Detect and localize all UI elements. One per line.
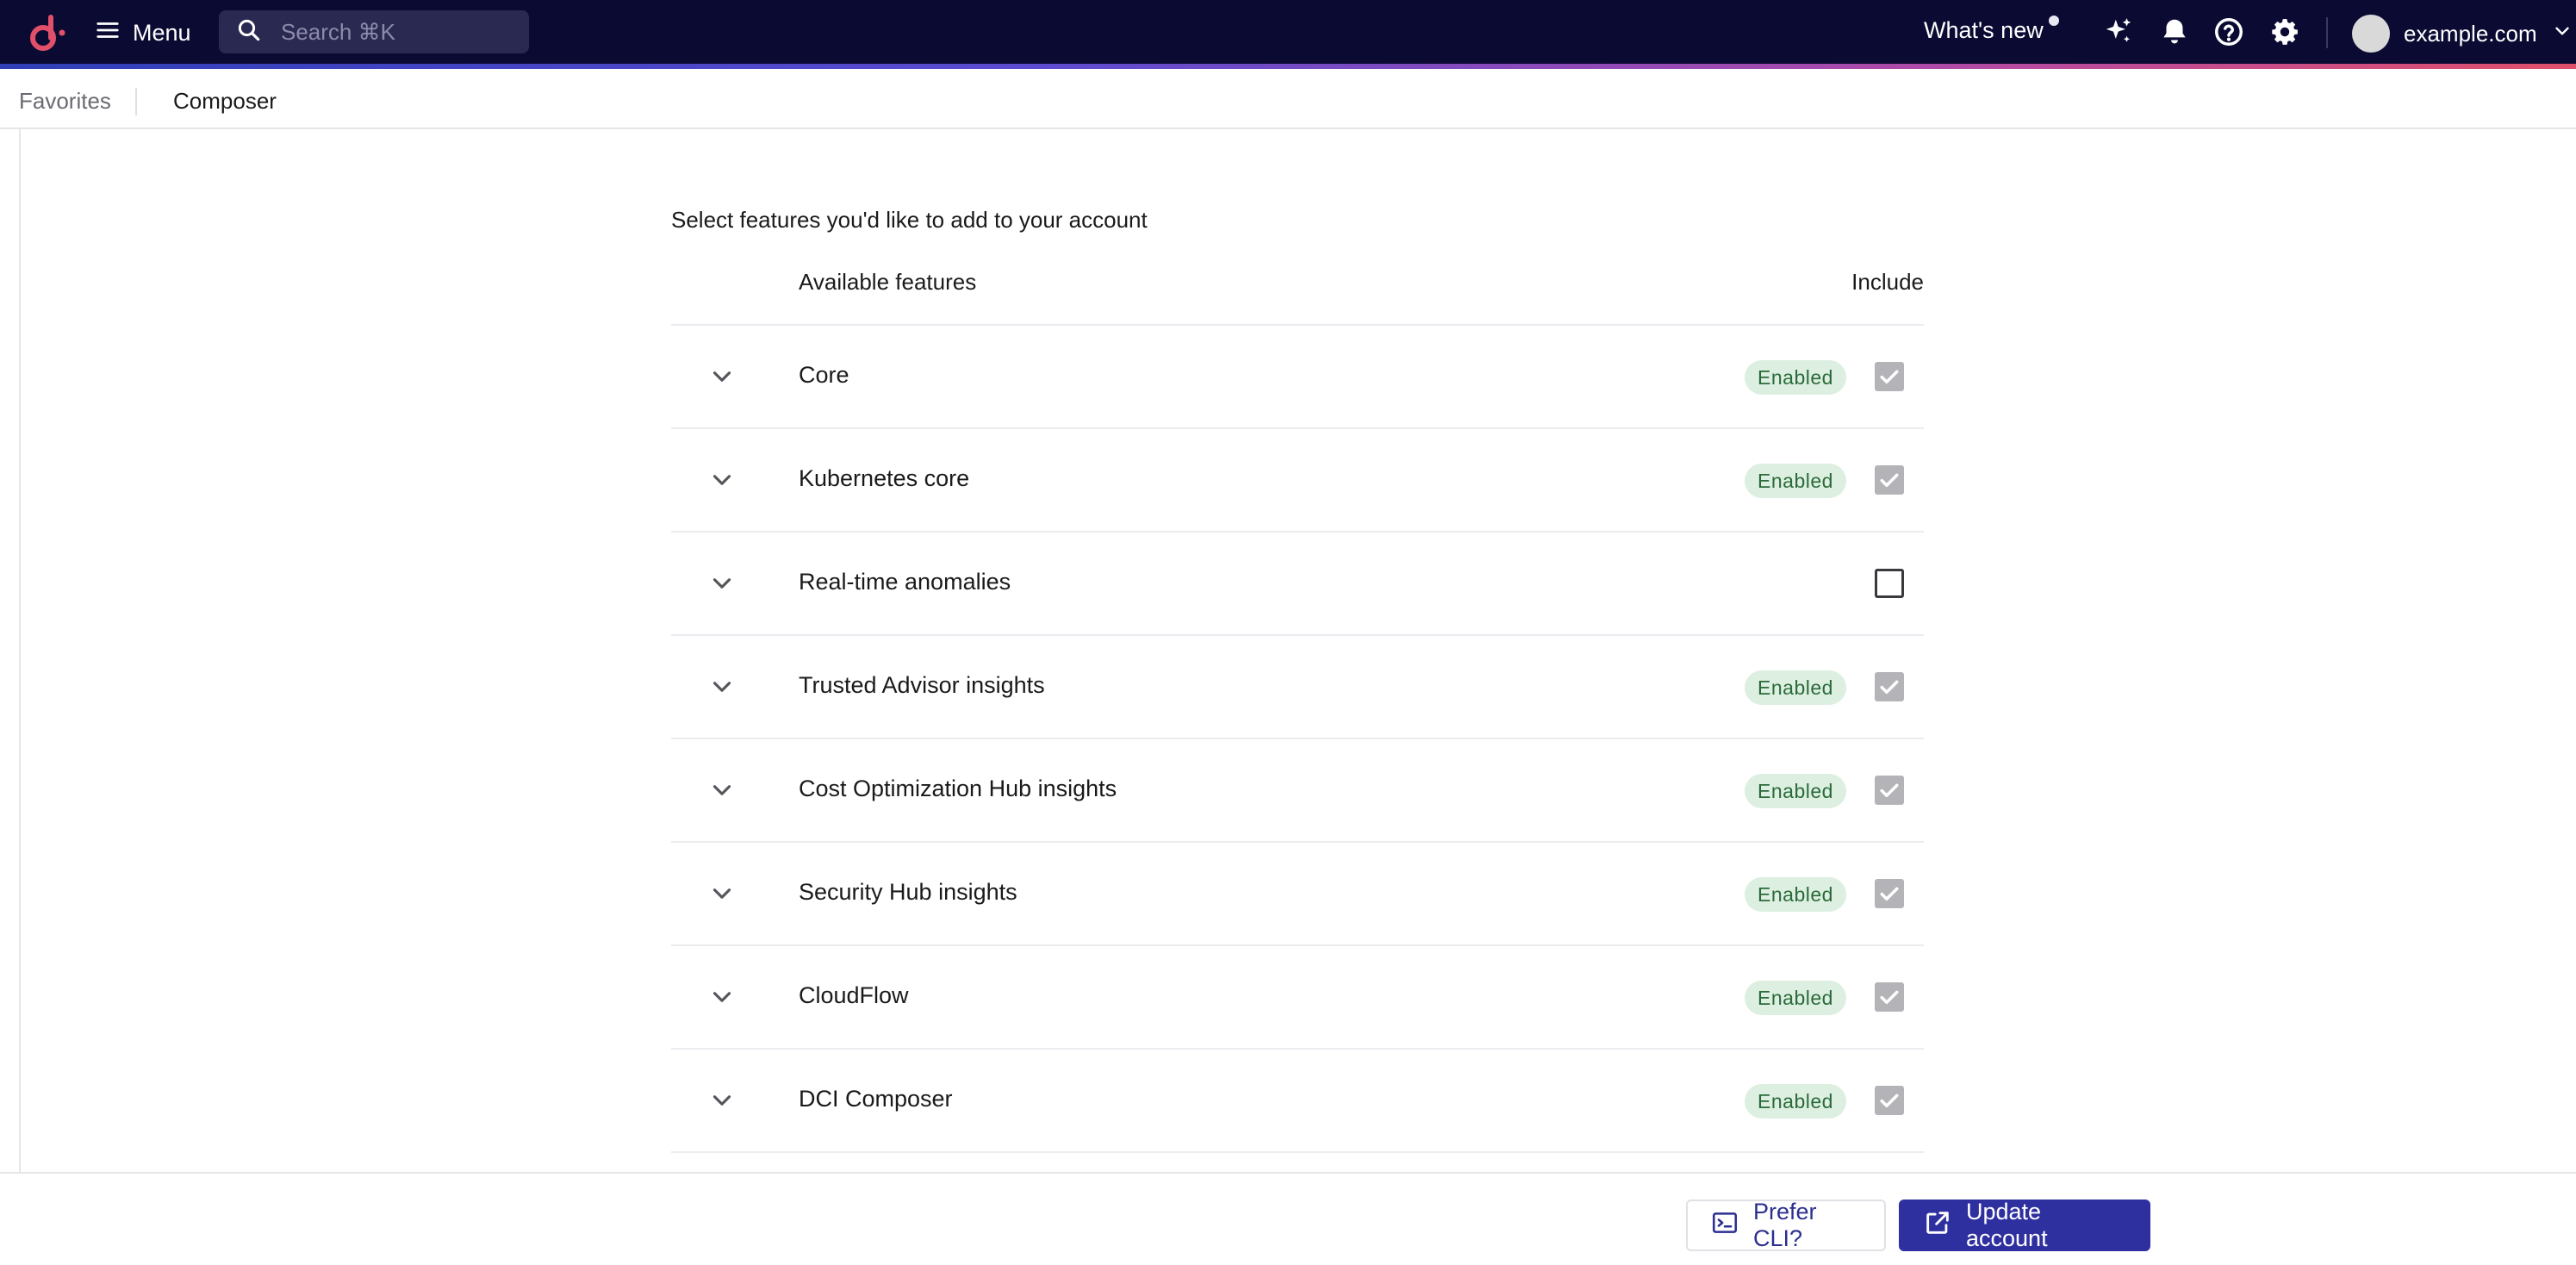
expand-row-button[interactable]: [707, 776, 737, 805]
menu-label: Menu: [133, 19, 191, 46]
external-link-icon: [1923, 1208, 1952, 1243]
checkmark-icon: [1880, 887, 1899, 900]
include-checkbox[interactable]: [1875, 982, 1904, 1012]
footer-action-bar: Prefer CLI? Update account: [0, 1172, 2576, 1265]
feature-name: Real-time anomalies: [799, 569, 1011, 595]
include-checkbox[interactable]: [1875, 1086, 1904, 1115]
expand-row-button[interactable]: [707, 672, 737, 701]
help-icon: [2212, 18, 2245, 52]
menu-button[interactable]: Menu: [95, 14, 191, 52]
update-account-label: Update account: [1966, 1199, 2048, 1251]
feature-name: Security Hub insights: [799, 879, 1017, 905]
whats-new-link[interactable]: What's new: [1924, 16, 2059, 44]
checkmark-icon: [1880, 1094, 1899, 1107]
search-icon: [219, 17, 279, 47]
checkmark-icon: [1880, 783, 1899, 797]
status-badge: Enabled: [1745, 360, 1846, 395]
status-badge: Enabled: [1745, 877, 1846, 912]
feature-name: DCI Composer: [799, 1086, 953, 1112]
ai-sparkle-button[interactable]: [2102, 16, 2135, 48]
topbar-accent-stripe: [0, 64, 2576, 69]
gear-icon: [2268, 18, 2301, 52]
feature-row: DCI Composer Enabled: [671, 1050, 1924, 1153]
feature-row: Kubernetes core Enabled: [671, 429, 1924, 533]
checkmark-icon: [1880, 370, 1899, 383]
chevron-down-icon: [2551, 20, 2573, 48]
chevron-down-icon: [712, 1095, 731, 1106]
status-badge: Enabled: [1745, 1084, 1846, 1119]
checkmark-icon: [1880, 473, 1899, 487]
chevron-down-icon: [712, 475, 731, 485]
include-checkbox[interactable]: [1875, 672, 1904, 701]
feature-name: Core: [799, 362, 849, 388]
status-badge: Enabled: [1745, 670, 1846, 705]
expand-row-button[interactable]: [707, 982, 737, 1012]
chevron-down-icon: [712, 888, 731, 899]
feature-name: CloudFlow: [799, 982, 909, 1008]
checkmark-icon: [1880, 680, 1899, 694]
expand-row-button[interactable]: [707, 362, 737, 391]
prefer-cli-label: Prefer CLI?: [1753, 1199, 1817, 1251]
include-checkbox[interactable]: [1875, 569, 1904, 598]
app-logo[interactable]: [28, 12, 65, 53]
bell-icon: [2158, 19, 2191, 52]
include-checkbox[interactable]: [1875, 465, 1904, 495]
feature-row: Core Enabled: [671, 326, 1924, 429]
breadcrumb-favorites[interactable]: Favorites: [19, 88, 111, 115]
feature-row: Real-time anomalies: [671, 533, 1924, 636]
feature-row: Security Hub insights Enabled: [671, 843, 1924, 946]
expand-row-button[interactable]: [707, 569, 737, 598]
checkmark-icon: [1880, 990, 1899, 1004]
column-header-include: Include: [1851, 269, 1924, 295]
notification-dot: [2048, 16, 2059, 26]
include-checkbox[interactable]: [1875, 879, 1904, 908]
prefer-cli-button[interactable]: Prefer CLI?: [1686, 1199, 1886, 1251]
feature-row: CloudFlow Enabled: [671, 946, 1924, 1050]
avatar: [2352, 15, 2390, 53]
chevron-down-icon: [712, 578, 731, 589]
update-account-button[interactable]: Update account: [1899, 1199, 2150, 1251]
chevron-down-icon: [712, 992, 731, 1002]
page-title: Select features you'd like to add to you…: [671, 207, 1148, 233]
breadcrumb-separator: [135, 88, 137, 115]
search-box[interactable]: [219, 10, 529, 53]
sparkle-icon: [2102, 18, 2135, 52]
breadcrumb: Favorites Composer: [0, 76, 2576, 129]
notifications-button[interactable]: [2158, 16, 2191, 48]
include-checkbox[interactable]: [1875, 362, 1904, 391]
chevron-down-icon: [712, 682, 731, 692]
expand-row-button[interactable]: [707, 465, 737, 495]
status-badge: Enabled: [1745, 981, 1846, 1015]
feature-name: Cost Optimization Hub insights: [799, 776, 1117, 801]
expand-row-button[interactable]: [707, 879, 737, 908]
feature-name: Kubernetes core: [799, 465, 970, 491]
settings-button[interactable]: [2268, 16, 2301, 48]
features-table-header: Available features Include: [671, 265, 1924, 326]
chevron-down-icon: [712, 785, 731, 795]
help-button[interactable]: [2212, 16, 2245, 48]
hamburger-icon: [95, 17, 121, 49]
whats-new-label: What's new: [1924, 17, 2044, 43]
status-badge: Enabled: [1745, 774, 1846, 808]
terminal-icon: [1710, 1208, 1739, 1243]
include-checkbox[interactable]: [1875, 776, 1904, 805]
feature-row: Cost Optimization Hub insights Enabled: [671, 739, 1924, 843]
user-label: example.com: [2404, 20, 2537, 47]
column-header-features: Available features: [799, 269, 977, 295]
user-account-menu[interactable]: example.com: [2352, 12, 2573, 55]
feature-row: Trusted Advisor insights Enabled: [671, 636, 1924, 739]
chevron-down-icon: [712, 371, 731, 382]
top-navigation-bar: Menu What's new example.com: [0, 0, 2576, 69]
expand-row-button[interactable]: [707, 1086, 737, 1115]
search-input[interactable]: [279, 17, 498, 47]
status-badge: Enabled: [1745, 464, 1846, 498]
breadcrumb-composer[interactable]: Composer: [173, 88, 277, 115]
topbar-divider: [2326, 17, 2328, 48]
feature-name: Trusted Advisor insights: [799, 672, 1045, 698]
